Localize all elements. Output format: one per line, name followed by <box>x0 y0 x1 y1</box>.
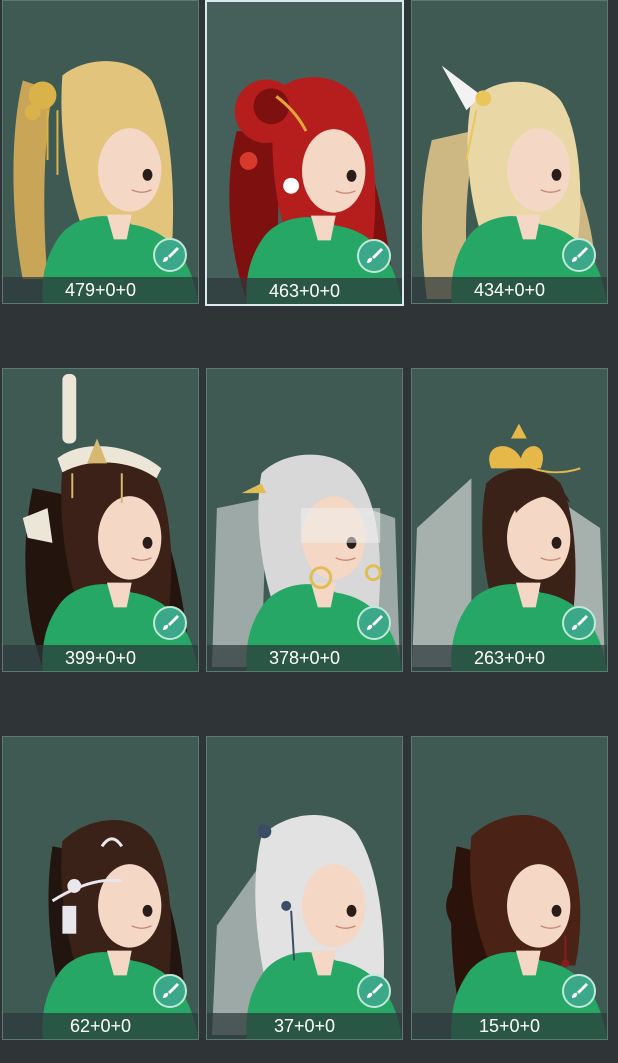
hairstyle-cost-label: 37+0+0 <box>207 1013 402 1039</box>
hairstyle-cost-label: 479+0+0 <box>3 277 198 303</box>
hairstyle-card[interactable]: 15+0+0 <box>411 736 608 1040</box>
hairstyle-cost-label: 463+0+0 <box>207 278 402 304</box>
hairstyle-cost-label: 399+0+0 <box>3 645 198 671</box>
hairstyle-card[interactable]: 434+0+0 <box>411 0 608 304</box>
hairstyle-card[interactable]: 479+0+0 <box>2 0 199 304</box>
hairstyle-cost-label: 434+0+0 <box>412 277 607 303</box>
hairstyle-cost-label: 15+0+0 <box>412 1013 607 1039</box>
hairstyle-card[interactable]: 62+0+0 <box>2 736 199 1040</box>
brush-edit-icon[interactable] <box>561 605 597 641</box>
brush-edit-icon[interactable] <box>561 237 597 273</box>
hairstyle-card[interactable]: 463+0+0 <box>205 0 404 306</box>
brush-edit-icon[interactable] <box>152 605 188 641</box>
brush-edit-icon[interactable] <box>152 237 188 273</box>
brush-edit-icon[interactable] <box>356 973 392 1009</box>
brush-edit-icon[interactable] <box>152 973 188 1009</box>
hairstyle-card[interactable]: 378+0+0 <box>206 368 403 672</box>
hairstyle-cost-label: 378+0+0 <box>207 645 402 671</box>
brush-edit-icon[interactable] <box>561 973 597 1009</box>
hairstyle-cost-label: 62+0+0 <box>3 1013 198 1039</box>
hairstyle-card[interactable]: 399+0+0 <box>2 368 199 672</box>
brush-edit-icon[interactable] <box>356 238 392 274</box>
hairstyle-grid: 479+0+0 463+0+0 434+0+0 399+0+0 378+0+0 … <box>0 0 618 1063</box>
hairstyle-card[interactable]: 37+0+0 <box>206 736 403 1040</box>
hairstyle-cost-label: 263+0+0 <box>412 645 607 671</box>
hairstyle-card[interactable]: 263+0+0 <box>411 368 608 672</box>
brush-edit-icon[interactable] <box>356 605 392 641</box>
